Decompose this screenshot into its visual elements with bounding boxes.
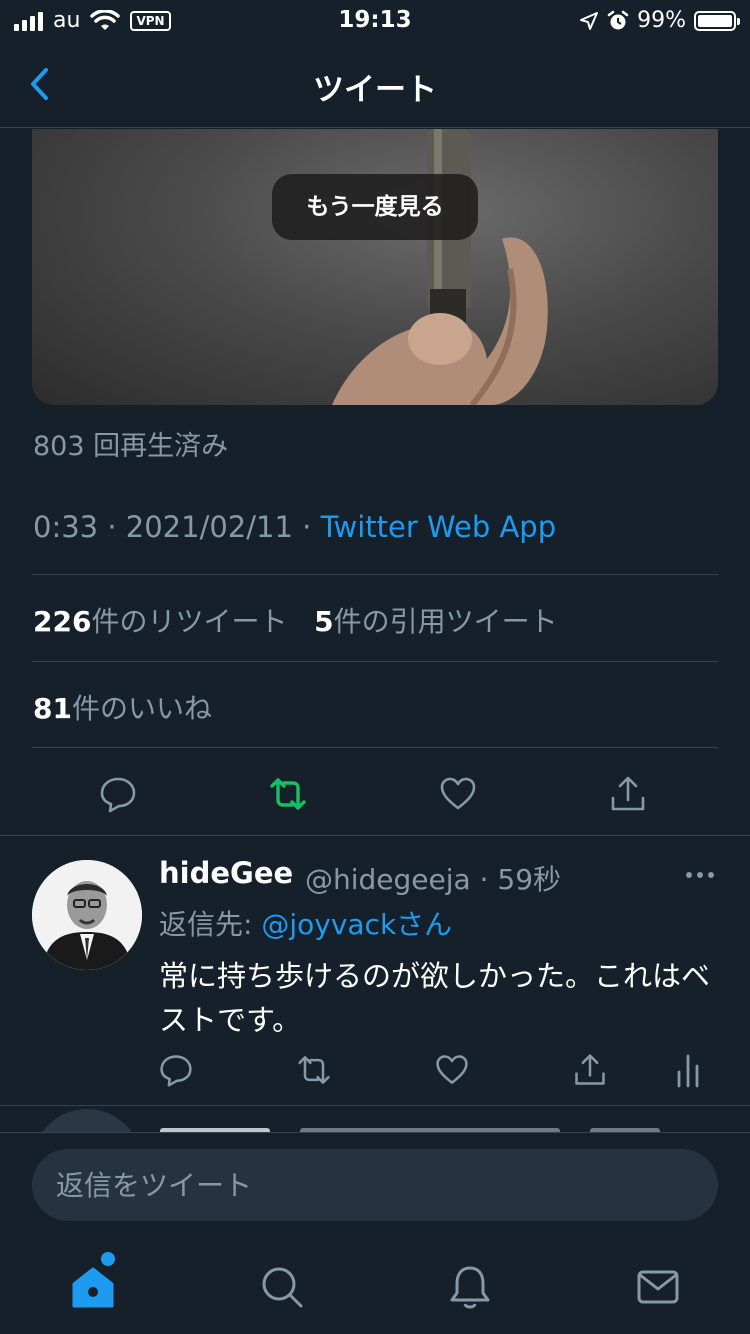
tweet-meta: 0:33 · 2021/02/11 · Twitter Web App: [33, 510, 556, 544]
reply-to-mention[interactable]: @joyvackさん: [261, 908, 452, 941]
location-arrow-icon: [580, 11, 599, 30]
rewatch-button[interactable]: もう一度見る: [272, 174, 478, 240]
likes-count: 81: [33, 692, 72, 725]
meta-separator: ·: [292, 510, 321, 544]
video-player[interactable]: もう一度見る: [32, 129, 718, 405]
page-title: ツイート: [313, 72, 437, 108]
view-count: 803 回再生済み: [33, 431, 229, 462]
comment-icon[interactable]: [98, 774, 138, 814]
likes-stat[interactable]: 81件のいいね: [33, 687, 212, 727]
battery-icon: [694, 10, 740, 31]
tweet-date: 2021/02/11: [125, 510, 293, 544]
heart-icon[interactable]: [438, 774, 478, 814]
reply-to-line: 返信先: @joyvackさん: [159, 903, 452, 943]
retweet-icon[interactable]: [268, 774, 308, 814]
comment-icon[interactable]: [158, 1052, 194, 1088]
tab-bar: [0, 1232, 750, 1334]
divider: [32, 574, 718, 575]
more-horizontal-icon[interactable]: [684, 860, 716, 890]
tweet-time: 0:33: [33, 510, 99, 544]
reply-body: 常に持ち歩けるのが欲しかった。これはベストです。: [159, 959, 711, 1037]
retweets-stat[interactable]: 226件のリツイート: [33, 605, 287, 638]
tweet-source-link[interactable]: Twitter Web App: [321, 510, 557, 544]
reply-composer: [0, 1132, 750, 1232]
search-icon[interactable]: [257, 1262, 307, 1312]
status-right: 99%: [579, 8, 740, 33]
nav-bar: ツイート: [0, 40, 750, 128]
avatar-image: [32, 860, 142, 970]
divider: [32, 747, 718, 748]
quotes-stat[interactable]: 5件の引用ツイート: [314, 605, 558, 638]
reply-input[interactable]: [32, 1149, 718, 1221]
share-icon[interactable]: [608, 774, 648, 814]
retweets-label: 件のリツイート: [91, 605, 288, 638]
likes-label: 件のいいね: [71, 692, 212, 725]
engagement-stats: 226件のリツイート 5件の引用ツイート: [33, 600, 558, 640]
quotes-count: 5: [314, 605, 334, 638]
divider: [0, 835, 750, 836]
home-icon[interactable]: [68, 1262, 118, 1312]
alarm-icon: [607, 10, 629, 29]
retweet-icon[interactable]: [296, 1052, 332, 1088]
mail-icon[interactable]: [633, 1262, 683, 1312]
tweet-actions: [0, 760, 750, 830]
reply-to-label: 返信先:: [159, 908, 262, 941]
divider: [32, 661, 718, 662]
meta-separator: ·: [98, 510, 126, 544]
video-still: [332, 129, 548, 405]
reply-author-name[interactable]: hideGee: [159, 856, 293, 890]
bar-chart-icon[interactable]: [670, 1052, 706, 1088]
quotes-label: 件の引用ツイート: [333, 605, 558, 638]
status-bar: au VPN 19:13 99%: [0, 0, 750, 40]
next-tweet-peek: [0, 1106, 750, 1132]
battery-percent: 99%: [637, 8, 686, 33]
bell-icon[interactable]: [445, 1262, 495, 1312]
new-content-dot: [101, 1252, 115, 1266]
retweets-count: 226: [33, 605, 92, 638]
share-icon[interactable]: [572, 1052, 608, 1088]
heart-icon[interactable]: [434, 1052, 470, 1088]
avatar[interactable]: [32, 860, 142, 970]
reply-handle-time: @hidegeeja · 59秒: [305, 863, 562, 896]
